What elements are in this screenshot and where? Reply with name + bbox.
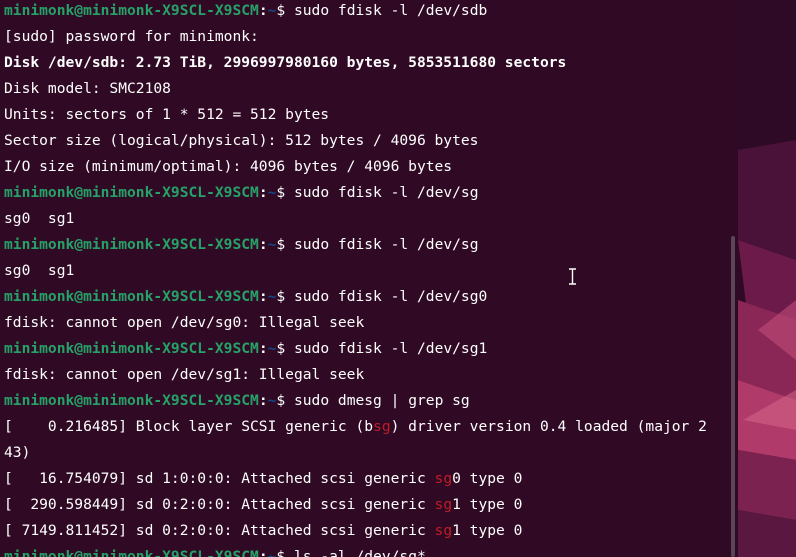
prompt-user-host: minimonk@minimonk-X9SCL-X9SCM bbox=[4, 184, 259, 201]
output-text: sg0 sg1 bbox=[4, 262, 75, 279]
terminal-prompt-line[interactable]: minimonk@minimonk-X9SCL-X9SCM:~$ sudo fd… bbox=[4, 180, 732, 206]
terminal-output[interactable]: minimonk@minimonk-X9SCL-X9SCM:~$ sudo fd… bbox=[4, 0, 732, 557]
prompt-separator: : bbox=[258, 2, 268, 19]
prompt-user-host: minimonk@minimonk-X9SCL-X9SCM bbox=[4, 2, 259, 19]
output-text: 0 type 0 bbox=[452, 470, 523, 487]
output-text: sg0 sg1 bbox=[4, 210, 75, 227]
command-text: sudo fdisk -l /dev/sg bbox=[293, 236, 479, 253]
prompt-dollar: $ bbox=[276, 236, 294, 253]
terminal-output-line[interactable]: Disk /dev/sdb: 2.73 TiB, 2996997980160 b… bbox=[4, 50, 732, 76]
terminal-grep-output-line[interactable]: [ 16.754079] sd 1:0:0:0: Attached scsi g… bbox=[4, 466, 732, 492]
prompt-user-host: minimonk@minimonk-X9SCL-X9SCM bbox=[4, 392, 259, 409]
desktop-wallpaper bbox=[738, 0, 796, 557]
terminal-grep-output-line[interactable]: [ 7149.811452] sd 0:2:0:0: Attached scsi… bbox=[4, 518, 732, 544]
prompt-separator: : bbox=[258, 236, 268, 253]
terminal-output-line[interactable]: fdisk: cannot open /dev/sg0: Illegal see… bbox=[4, 310, 732, 336]
terminal-output-line[interactable]: Units: sectors of 1 * 512 = 512 bytes bbox=[4, 102, 732, 128]
prompt-separator: : bbox=[258, 184, 268, 201]
terminal-window[interactable]: minimonk@minimonk-X9SCL-X9SCM:~$ sudo fd… bbox=[0, 0, 738, 557]
prompt-user-host: minimonk@minimonk-X9SCL-X9SCM bbox=[4, 548, 259, 557]
output-text: Disk model: SMC2108 bbox=[4, 80, 171, 97]
prompt-separator: : bbox=[258, 340, 268, 357]
terminal-prompt-line[interactable]: minimonk@minimonk-X9SCL-X9SCM:~$ sudo fd… bbox=[4, 232, 732, 258]
prompt-user-host: minimonk@minimonk-X9SCL-X9SCM bbox=[4, 340, 259, 357]
output-text: [ 7149.811452] sd 0:2:0:0: Attached scsi… bbox=[4, 522, 435, 539]
terminal-output-line[interactable]: fdisk: cannot open /dev/sg1: Illegal see… bbox=[4, 362, 732, 388]
command-text: sudo fdisk -l /dev/sg1 bbox=[293, 340, 488, 357]
prompt-dollar: $ bbox=[276, 392, 294, 409]
output-text: Sector size (logical/physical): 512 byte… bbox=[4, 132, 479, 149]
terminal-prompt-line[interactable]: minimonk@minimonk-X9SCL-X9SCM:~$ sudo dm… bbox=[4, 388, 732, 414]
prompt-separator: : bbox=[258, 288, 268, 305]
output-text: [ 0.216485] Block layer SCSI generic (b bbox=[4, 418, 374, 435]
prompt-dollar: $ bbox=[276, 2, 294, 19]
terminal-grep-output-line[interactable]: [ 290.598449] sd 0:2:0:0: Attached scsi … bbox=[4, 492, 732, 518]
prompt-dollar: $ bbox=[276, 184, 294, 201]
terminal-prompt-line[interactable]: minimonk@minimonk-X9SCL-X9SCM:~$ sudo fd… bbox=[4, 0, 732, 24]
grep-match-highlight: sg bbox=[434, 522, 453, 539]
terminal-output-line[interactable]: Disk model: SMC2108 bbox=[4, 76, 732, 102]
prompt-dollar: $ bbox=[276, 288, 294, 305]
terminal-output-line[interactable]: 43) bbox=[4, 440, 732, 466]
output-text: 1 type 0 bbox=[452, 522, 523, 539]
wallpaper-graphic bbox=[738, 0, 796, 557]
terminal-grep-output-line[interactable]: [ 0.216485] Block layer SCSI generic (bs… bbox=[4, 414, 732, 440]
output-text: ) driver version 0.4 loaded (major 2 bbox=[390, 418, 707, 435]
output-text: [ 16.754079] sd 1:0:0:0: Attached scsi g… bbox=[4, 470, 435, 487]
terminal-output-line[interactable]: I/O size (minimum/optimal): 4096 bytes /… bbox=[4, 154, 732, 180]
output-text: Units: sectors of 1 * 512 = 512 bytes bbox=[4, 106, 330, 123]
text-cursor-ibeam-icon bbox=[569, 268, 576, 285]
command-text: sudo dmesg | grep sg bbox=[293, 392, 470, 409]
prompt-separator: : bbox=[258, 548, 268, 557]
command-text: ls -al /dev/sg* bbox=[293, 548, 426, 557]
output-text: Disk /dev/sdb: 2.73 TiB, 2996997980160 b… bbox=[4, 54, 567, 71]
command-text: sudo fdisk -l /dev/sg0 bbox=[293, 288, 488, 305]
command-text: sudo fdisk -l /dev/sdb bbox=[293, 2, 488, 19]
terminal-prompt-line[interactable]: minimonk@minimonk-X9SCL-X9SCM:~$ ls -al … bbox=[4, 544, 732, 557]
terminal-output-line[interactable]: Sector size (logical/physical): 512 byte… bbox=[4, 128, 732, 154]
grep-match-highlight: sg bbox=[434, 496, 453, 513]
prompt-dollar: $ bbox=[276, 340, 294, 357]
grep-match-highlight: sg bbox=[373, 418, 391, 435]
prompt-user-host: minimonk@minimonk-X9SCL-X9SCM bbox=[4, 288, 259, 305]
prompt-dollar: $ bbox=[276, 548, 294, 557]
output-text: [sudo] password for minimonk: bbox=[4, 28, 259, 45]
output-text: I/O size (minimum/optimal): 4096 bytes /… bbox=[4, 158, 453, 175]
terminal-scrollbar[interactable] bbox=[731, 236, 735, 557]
terminal-output-line[interactable]: sg0 sg1 bbox=[4, 258, 732, 284]
terminal-output-line[interactable]: [sudo] password for minimonk: bbox=[4, 24, 732, 50]
output-text: 1 type 0 bbox=[452, 496, 523, 513]
desktop-screen: minimonk@minimonk-X9SCL-X9SCM:~$ sudo fd… bbox=[0, 0, 796, 557]
command-text: sudo fdisk -l /dev/sg bbox=[293, 184, 479, 201]
prompt-user-host: minimonk@minimonk-X9SCL-X9SCM bbox=[4, 236, 259, 253]
terminal-output-line[interactable]: sg0 sg1 bbox=[4, 206, 732, 232]
output-text: 43) bbox=[4, 444, 31, 461]
terminal-prompt-line[interactable]: minimonk@minimonk-X9SCL-X9SCM:~$ sudo fd… bbox=[4, 284, 732, 310]
output-text: fdisk: cannot open /dev/sg1: Illegal see… bbox=[4, 366, 365, 383]
output-text: fdisk: cannot open /dev/sg0: Illegal see… bbox=[4, 314, 365, 331]
grep-match-highlight: sg bbox=[434, 470, 453, 487]
output-text: [ 290.598449] sd 0:2:0:0: Attached scsi … bbox=[4, 496, 435, 513]
prompt-separator: : bbox=[258, 392, 268, 409]
terminal-prompt-line[interactable]: minimonk@minimonk-X9SCL-X9SCM:~$ sudo fd… bbox=[4, 336, 732, 362]
